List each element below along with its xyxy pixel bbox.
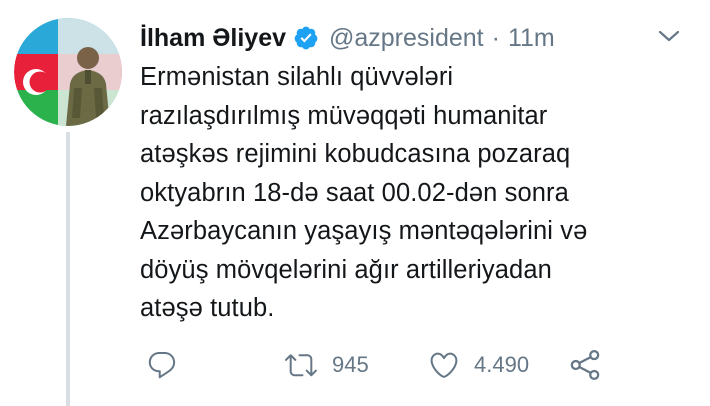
- tweet-text-line: atəşə tutub.: [140, 294, 275, 322]
- tweet-text-line: döyüş mövqelərini ağır artilleriyadan: [140, 255, 552, 284]
- tweet-text-line: Azərbaycanın yaşayış məntəqələrini və: [140, 217, 588, 245]
- share-icon: [570, 349, 600, 381]
- retweet-count: 945: [332, 352, 369, 377]
- tweet-timestamp[interactable]: 11m: [508, 24, 555, 53]
- reply-icon: [148, 351, 176, 379]
- author-handle[interactable]: @azpresident: [329, 24, 484, 53]
- verified-badge-icon: [293, 25, 319, 51]
- thread-line: [66, 132, 70, 406]
- like-button[interactable]: 4.490: [428, 345, 529, 385]
- tweet-text-line: oktyabrın 18-də saat 00.02-dən sonra: [140, 178, 569, 207]
- tweet-header: İlham Əliyev @azpresident · 11m: [140, 18, 555, 58]
- heart-icon: [430, 352, 458, 378]
- reply-button[interactable]: [146, 345, 178, 385]
- avatar[interactable]: [14, 18, 122, 126]
- retweet-button[interactable]: 945: [284, 345, 369, 385]
- header-separator: ·: [491, 23, 500, 52]
- more-options-chevron-down-icon[interactable]: [654, 24, 684, 48]
- retweet-icon: [285, 354, 317, 377]
- tweet-text-line: atəşkəs rejimini kobudcasına pozaraq: [140, 140, 571, 168]
- avatar-image: [14, 18, 122, 126]
- like-count: 4.490: [474, 352, 530, 377]
- tweet-text-line: razılaşdırılmış müvəqqəti humanitar: [140, 101, 548, 130]
- share-button[interactable]: [568, 345, 602, 385]
- tweet-card[interactable]: İlham Əliyev @azpresident · 11m Ermənist…: [0, 0, 710, 406]
- author-display-name[interactable]: İlham Əliyev: [140, 24, 286, 53]
- tweet-actions: 945 4.490: [140, 345, 610, 385]
- tweet-text-line: Ermənistan silahlı qüvvələri: [140, 63, 454, 91]
- tweet-text: Ermənistan silahlı qüvvələri razılaşdırı…: [140, 58, 695, 328]
